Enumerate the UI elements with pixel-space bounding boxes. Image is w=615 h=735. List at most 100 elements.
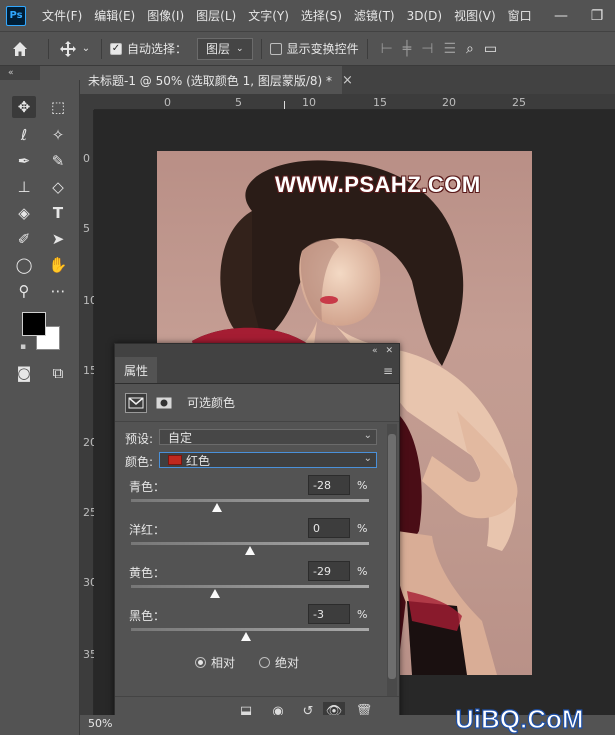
marquee-tool-icon[interactable]: ⬚ <box>46 96 70 118</box>
restore-button[interactable]: ❐ <box>579 0 615 32</box>
tools-panel: ✥ ⬚ ℓ ✧ ✒ ✎ ⊥ ◇ ◈ T ✐ ➤ ◯ ✋ ⚲ ⋯ ▪ ◙ ⧉ <box>0 80 80 735</box>
auto-select-checkbox[interactable]: ✓ <box>110 42 122 55</box>
document-tab-bar: 未标题-1 @ 50% (选取颜色 1, 图层蒙版/8) * × <box>80 66 615 94</box>
panel-menu-icon[interactable]: ≡ <box>383 364 393 378</box>
screen-mode-icon[interactable]: ⧉ <box>46 362 70 384</box>
menu-type[interactable]: 文字(Y) <box>242 7 295 24</box>
cyan-slider-thumb[interactable] <box>211 503 222 512</box>
auto-select-target-dropdown[interactable]: 图层 ⌄ <box>197 37 253 60</box>
adjustment-layer-icon[interactable] <box>125 392 147 413</box>
menu-select[interactable]: 选择(S) <box>295 7 348 24</box>
ruler-left-label: 25 <box>83 506 97 519</box>
toolbar-collapse-icon[interactable]: « <box>0 66 40 80</box>
zoom-level[interactable]: 50% <box>88 717 112 730</box>
minimize-button[interactable]: — <box>543 0 579 32</box>
stamp-tool-icon[interactable]: ⊥ <box>12 176 36 198</box>
colors-dropdown[interactable]: 红色 ⌄ <box>159 452 377 468</box>
ruler-left-label: 30 <box>83 576 97 589</box>
zoom-tool-icon[interactable]: ⚲ <box>12 280 36 302</box>
black-unit: % <box>357 608 368 621</box>
document-tab[interactable]: 未标题-1 @ 50% (选取颜色 1, 图层蒙版/8) * × <box>80 66 353 94</box>
magenta-label: 洋红： <box>129 523 166 537</box>
align-left-icon[interactable]: ⊢ <box>381 41 393 57</box>
preset-label: 预设: <box>125 432 154 446</box>
pen-tool-icon[interactable]: ✐ <box>12 228 36 250</box>
photoshop-logo: Ps <box>6 5 26 26</box>
magenta-input[interactable]: 0 <box>308 518 350 538</box>
close-panel-icon[interactable]: ✕ <box>385 346 393 356</box>
menu-3d[interactable]: 3D(D) <box>401 9 448 23</box>
more-tools-icon[interactable]: ⋯ <box>46 280 70 302</box>
menu-image[interactable]: 图像(I) <box>141 7 190 24</box>
black-input[interactable]: -3 <box>308 604 350 624</box>
home-icon[interactable] <box>0 41 40 57</box>
auto-select-target-value: 图层 <box>206 42 231 56</box>
absolute-radio[interactable] <box>259 657 271 668</box>
chevron-down-icon: ⌄ <box>363 453 372 464</box>
menu-filter[interactable]: 滤镜(T) <box>348 7 401 24</box>
eyedropper-icon[interactable]: ✒ <box>12 150 36 172</box>
menu-window[interactable]: 窗口 <box>502 7 538 24</box>
chevron-down-icon[interactable]: ⌄ <box>79 43 93 54</box>
cyan-unit: % <box>357 479 368 492</box>
default-colors-icon[interactable]: ▪ <box>20 342 26 352</box>
colors-label: 颜色: <box>125 455 154 469</box>
magic-wand-icon[interactable]: ✧ <box>46 124 70 146</box>
hand-tool-icon[interactable]: ✋ <box>46 254 70 276</box>
menu-layer[interactable]: 图层(L) <box>190 7 242 24</box>
menu-edit[interactable]: 编辑(E) <box>88 7 141 24</box>
close-icon[interactable]: × <box>342 73 353 88</box>
eraser-tool-icon[interactable]: ◇ <box>46 176 70 198</box>
menu-file[interactable]: 文件(F) <box>36 7 88 24</box>
ruler-top-label: 15 <box>373 96 387 109</box>
colors-value: 红色 <box>186 453 211 468</box>
quick-mask-icon[interactable]: ◙ <box>12 362 36 384</box>
foreground-color-swatch[interactable] <box>22 312 46 336</box>
panel-scrollbar[interactable] <box>387 424 397 696</box>
ruler-left: 0 5 10 15 20 25 30 35 <box>80 110 97 715</box>
cyan-slider-track[interactable] <box>131 499 369 502</box>
ruler-left-label: 5 <box>83 222 90 235</box>
search-icon[interactable]: ⌕ <box>466 41 474 57</box>
yellow-slider-track[interactable] <box>131 585 369 588</box>
move-tool-icon[interactable]: ✥ <box>12 96 36 118</box>
black-slider-thumb[interactable] <box>241 632 252 641</box>
black-slider-track[interactable] <box>131 628 369 631</box>
ruler-top-label: 25 <box>512 96 526 109</box>
panel-tab-bar: 属性 ≡ <box>115 357 399 384</box>
ruler-top-label: 5 <box>235 96 242 109</box>
magenta-slider-track[interactable] <box>131 542 369 545</box>
fill-tool-icon[interactable]: ◈ <box>12 202 36 224</box>
ruler-left-label: 35 <box>83 648 97 661</box>
yellow-input[interactable]: -29 <box>308 561 350 581</box>
show-transform-checkbox[interactable] <box>269 42 282 55</box>
magenta-slider-thumb[interactable] <box>245 546 255 555</box>
preset-dropdown[interactable]: 自定 ⌄ <box>159 429 377 445</box>
yellow-slider-thumb[interactable] <box>210 589 221 598</box>
ellipse-tool-icon[interactable]: ◯ <box>12 254 36 276</box>
collapse-panel-icon[interactable]: « <box>372 346 378 356</box>
tab-properties[interactable]: 属性 <box>115 357 158 383</box>
ruler-left-label: 15 <box>83 364 97 377</box>
brush-tool-icon[interactable]: ✎ <box>46 150 70 172</box>
layer-mask-icon[interactable] <box>153 393 175 413</box>
workspace-icon[interactable]: ▭ <box>484 41 497 57</box>
path-select-icon[interactable]: ➤ <box>46 228 70 250</box>
preset-value: 自定 <box>168 430 193 445</box>
align-right-icon[interactable]: ⊣ <box>421 41 433 57</box>
auto-select-label: 自动选择： <box>127 42 188 56</box>
panel-title-bar: « ✕ <box>115 344 399 358</box>
relative-radio[interactable] <box>195 657 206 668</box>
move-tool-icon[interactable] <box>57 40 79 57</box>
menu-view[interactable]: 视图(V) <box>448 7 502 24</box>
ruler-left-label: 20 <box>83 436 97 449</box>
align-center-icon[interactable]: ╪ <box>403 41 411 57</box>
ruler-left-label: 0 <box>83 152 90 165</box>
cyan-label: 青色： <box>129 480 166 494</box>
distribute-icon[interactable]: ☰ <box>443 41 456 57</box>
type-tool-icon[interactable]: T <box>46 202 70 224</box>
panel-scrollbar-thumb[interactable] <box>388 434 396 679</box>
ruler-left-label: 10 <box>83 294 97 307</box>
lasso-tool-icon[interactable]: ℓ <box>12 124 36 146</box>
cyan-input[interactable]: -28 <box>308 475 350 495</box>
